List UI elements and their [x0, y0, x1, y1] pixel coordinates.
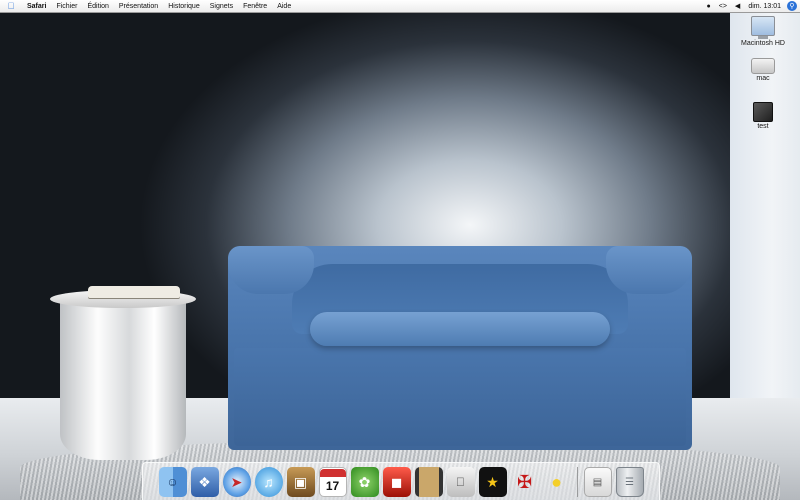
dock: ☺ ❖ ➤ ♫ ▣ 17 ✿ ◼  ★ ✠ ● ▤ ☰ [142, 462, 660, 500]
preview-icon[interactable]: ❖ [190, 467, 219, 497]
menu-signets[interactable]: Signets [205, 3, 238, 10]
menu-edition[interactable]: Édition [82, 3, 113, 10]
trash-icon[interactable]: ☰ [615, 467, 644, 497]
apple-icon[interactable]:  [0, 1, 22, 11]
finder-icon[interactable]: ☺ [158, 467, 187, 497]
film-icon[interactable] [414, 467, 443, 497]
disk-icon [751, 58, 775, 74]
desktop-icon-mac[interactable]: mac [733, 58, 793, 82]
box-icon [753, 102, 773, 122]
desktop-icon-label: test [757, 123, 769, 130]
spotlight-icon[interactable]: ⚲ [787, 1, 797, 11]
iphoto-icon[interactable]: ▣ [286, 467, 315, 497]
menu-aide[interactable]: Aide [272, 3, 296, 10]
ical-header [319, 469, 346, 477]
hard-drive-icon [751, 16, 775, 39]
ical-day: 17 [325, 479, 340, 493]
ical-icon[interactable]: 17 [318, 467, 347, 497]
duck-icon[interactable]: ● [543, 467, 571, 497]
wallpaper-sofa [228, 246, 692, 450]
menu-extras: ● <> ◀ dim. 13:01 ⚲ [703, 1, 800, 11]
desktop-icon-test[interactable]: test [733, 102, 793, 130]
front-row-icon[interactable]: ◼ [382, 467, 411, 497]
sofa-seat [310, 312, 610, 346]
wolf-icon[interactable]: ✠ [511, 467, 539, 497]
menu-historique[interactable]: Historique [163, 3, 205, 10]
menu-app-name[interactable]: Safari [22, 3, 51, 10]
menu-bar:  Safari Fichier Édition Présentation Hi… [0, 0, 800, 13]
dock-separator [576, 467, 578, 497]
menu-fenetre[interactable]: Fenêtre [238, 3, 272, 10]
desktop-icon-macintosh-hd[interactable]: Macintosh HD [733, 16, 793, 47]
wallpaper-side-table [50, 286, 196, 460]
desktop-icon-label: mac [756, 75, 770, 82]
side-table-leg [60, 302, 186, 460]
adium-icon[interactable]: ✿ [350, 467, 379, 497]
bootcamp-icon[interactable]:  [446, 467, 475, 497]
menu-presentation[interactable]: Présentation [114, 3, 163, 10]
star-icon[interactable]: ★ [478, 467, 507, 497]
itunes-icon[interactable]: ♫ [254, 467, 283, 497]
menu-fichier[interactable]: Fichier [51, 3, 82, 10]
safari-icon[interactable]: ➤ [222, 467, 251, 497]
volume-icon[interactable]: ◀ [731, 2, 744, 10]
bluetooth-icon[interactable]: <> [715, 3, 731, 10]
user-icon[interactable]: ● [703, 3, 715, 10]
sofa-arm-left [228, 246, 314, 294]
desktop-wallpaper [0, 0, 800, 500]
side-table-book [88, 286, 180, 298]
desktop-icon-label: Macintosh HD [741, 40, 785, 47]
sofa-front [234, 348, 686, 446]
menu-clock[interactable]: dim. 13:01 [744, 3, 785, 10]
sofa-arm-right [606, 246, 692, 294]
documents-icon[interactable]: ▤ [583, 467, 612, 497]
